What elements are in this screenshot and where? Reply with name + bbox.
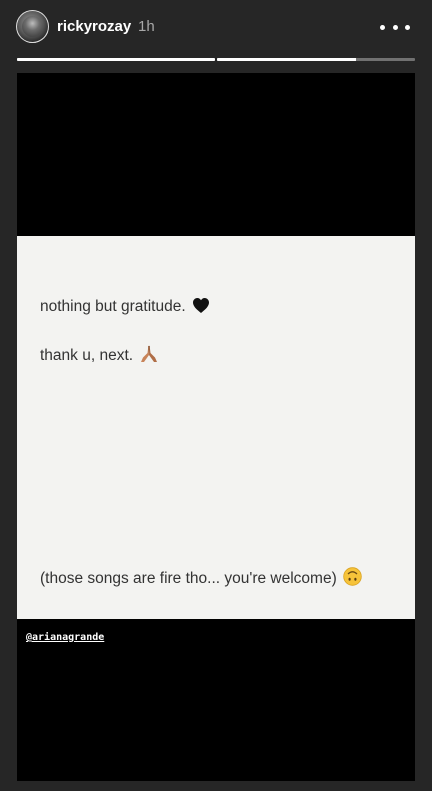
avatar[interactable] (16, 10, 49, 43)
timestamp: 1h (138, 18, 155, 35)
avatar-icon (22, 16, 43, 37)
story-media[interactable]: nothing but gratitude. thank u, next. (t… (17, 73, 415, 781)
note-line: (those songs are fire tho... you're welc… (40, 567, 362, 589)
story-header: rickyrozay 1h (0, 0, 432, 58)
note-line: nothing but gratitude. (40, 297, 210, 317)
note-line-text: (those songs are fire tho... you're welc… (40, 570, 337, 587)
progress-segment-fill (217, 58, 356, 61)
folded-hands-icon (139, 344, 159, 366)
progress-segment (217, 58, 415, 61)
progress-segment (17, 58, 215, 61)
black-heart-icon (192, 297, 210, 314)
upside-down-face-icon (343, 567, 362, 589)
progress-segment-fill (17, 58, 215, 61)
story-progress-bar (17, 58, 415, 61)
note-line-text: nothing but gratitude. (40, 298, 186, 315)
more-horizontal-icon (392, 24, 398, 30)
more-horizontal-icon (405, 24, 410, 30)
more-horizontal-icon (380, 24, 385, 30)
more-options-button[interactable] (380, 16, 410, 38)
note-line: thank u, next. (40, 344, 159, 366)
mention-sticker[interactable]: @arianagrande (26, 632, 104, 643)
note-line-text: thank u, next. (40, 347, 134, 364)
story-viewer: rickyrozay 1h nothing but gratitude. tha… (0, 0, 432, 791)
notes-card: nothing but gratitude. thank u, next. (t… (17, 236, 415, 619)
username-label[interactable]: rickyrozay (57, 18, 131, 36)
